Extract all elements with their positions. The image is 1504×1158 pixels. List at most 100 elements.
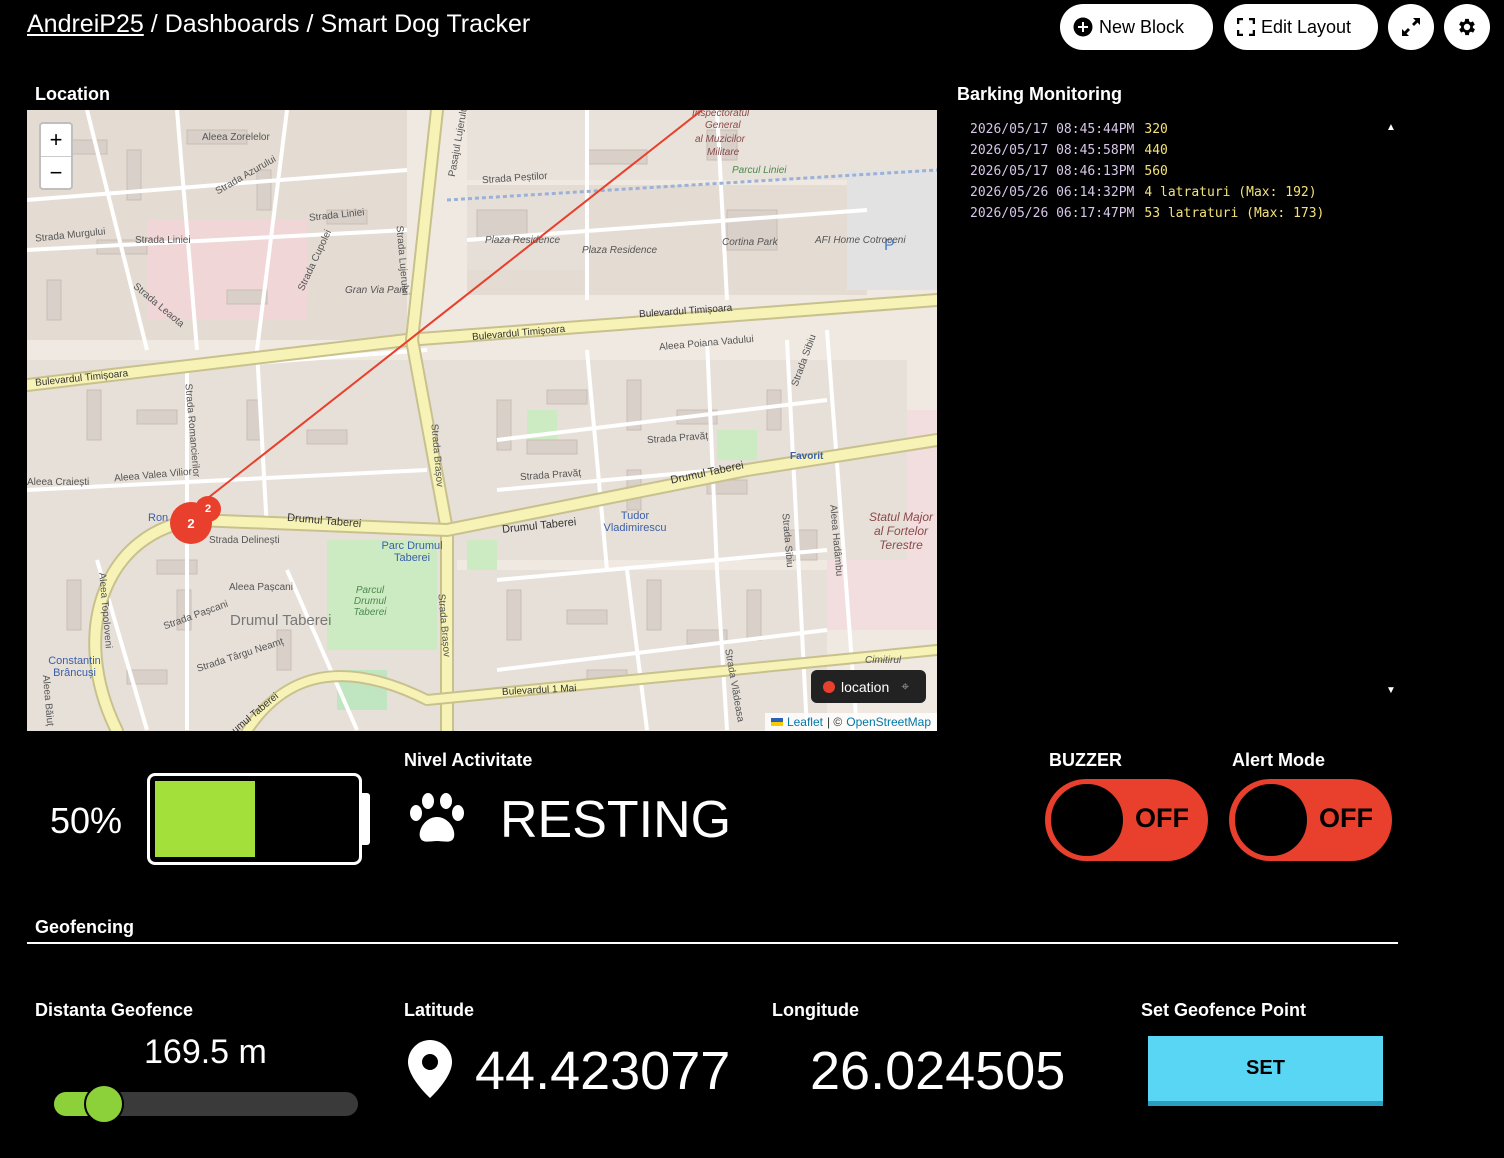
battery-tip — [362, 793, 370, 845]
map-label: General — [705, 120, 741, 131]
breadcrumb-separator: / — [306, 10, 314, 38]
log-entry: 2026/05/26 06:17:47PM 53 latraturi (Max: … — [970, 206, 1390, 227]
map-label: Gran Via Park — [345, 285, 408, 296]
cluster-count: 2 — [204, 503, 212, 515]
map-label: Cimitirul — [865, 655, 902, 666]
log-timestamp: 2026/05/17 08:45:44PM — [970, 122, 1135, 137]
map-label: Aleea Pașcani — [229, 582, 293, 593]
activity-status: RESTING — [500, 791, 732, 849]
zoom-out-button[interactable]: − — [41, 157, 71, 189]
new-block-button[interactable]: New Block — [1060, 4, 1213, 50]
map-label: Aleea Zorelelor — [202, 132, 270, 143]
log-value: 440 — [1144, 143, 1168, 158]
map-label: Strada Liniei — [135, 235, 191, 246]
new-block-label: New Block — [1099, 16, 1185, 37]
battery-percent: 50% — [50, 800, 123, 841]
log-entry: 2026/05/17 08:46:13PM 560 — [970, 164, 1390, 185]
buzzer-title: BUZZER — [1049, 750, 1122, 770]
map-label: Statul Major al Fortelor Terestre — [868, 510, 934, 552]
map-label: Plaza Residence — [485, 235, 561, 246]
log-value: 53 latraturi (Max: 173) — [1144, 206, 1325, 221]
breadcrumb-user-link[interactable]: AndreiP25 — [27, 10, 144, 38]
location-map[interactable]: P Inspectoratul General al Muzicilor Mil… — [27, 110, 937, 731]
barking-log[interactable]: 2026/05/17 08:45:44PM 320 2026/05/17 08:45… — [970, 122, 1390, 702]
map-label: Aleea Craiești — [27, 477, 90, 488]
zoom-in-button[interactable]: + — [41, 124, 71, 157]
alert-mode-toggle[interactable]: OFF — [1229, 779, 1392, 861]
longitude-title: Longitude — [772, 1000, 859, 1020]
distance-value: 169.5 m — [144, 1033, 267, 1071]
geofencing-title: Geofencing — [35, 917, 135, 937]
breadcrumb-current: Smart Dog Tracker — [320, 10, 531, 38]
buzzer-toggle[interactable]: OFF — [1045, 779, 1208, 861]
log-value: 4 latraturi (Max: 192) — [1144, 185, 1317, 200]
map-pin-icon — [408, 1040, 452, 1103]
log-entry: 2026/05/26 06:14:32PM 4 latraturi (Max: 1… — [970, 185, 1390, 206]
map-tiles: P — [27, 110, 937, 731]
map-label: Ron — [148, 512, 169, 524]
log-value: 320 — [1144, 122, 1168, 137]
breadcrumb-separator: / — [150, 10, 158, 38]
gear-icon — [1456, 16, 1478, 38]
breadcrumb: AndreiP25/Dashboards / Smart Dog Tracker — [27, 10, 530, 39]
set-geofence-title: Set Geofence Point — [1141, 1000, 1307, 1020]
plus-circle-icon — [1073, 17, 1093, 37]
crosshair-icon: ⌖ — [901, 678, 910, 694]
map-label: Inspectoratul — [692, 110, 750, 119]
attribution-separator: | © — [826, 715, 843, 729]
battery-gauge — [147, 773, 362, 865]
legend-label: location — [841, 678, 890, 695]
map-label: Parcul Drumul Taberei — [353, 585, 387, 618]
slider-handle[interactable] — [84, 1084, 124, 1124]
battery-fill — [155, 781, 255, 857]
marker-cluster[interactable]: 2 — [195, 496, 221, 522]
edit-layout-button[interactable]: Edit Layout — [1224, 4, 1378, 50]
longitude-value: 26.024505 — [810, 1041, 1066, 1101]
map-label: AFI Home Cotroceni — [815, 235, 906, 246]
distance-title: Distanta Geofence — [35, 1000, 194, 1020]
log-timestamp: 2026/05/17 08:46:13PM — [970, 164, 1135, 179]
edit-layout-label: Edit Layout — [1261, 16, 1352, 37]
paw-icon — [408, 793, 466, 850]
fullscreen-icon — [1401, 17, 1421, 37]
cluster-count: 2 — [187, 515, 195, 531]
legend-dot-icon — [823, 680, 835, 693]
alert-mode-state: OFF — [1319, 803, 1373, 833]
map-label: Parc Drumul Taberei — [381, 540, 443, 564]
location-title: Location — [35, 84, 110, 104]
settings-button[interactable] — [1444, 4, 1490, 50]
map-legend[interactable]: location ⌖ — [811, 670, 926, 703]
log-entry: 2026/05/17 08:45:44PM 320 — [970, 122, 1390, 143]
log-timestamp: 2026/05/26 06:14:32PM — [970, 185, 1135, 200]
map-label: Cortina Park — [722, 237, 778, 248]
map-label: Constantin Brâncuși — [48, 655, 101, 679]
section-divider — [27, 942, 1398, 944]
scroll-down-icon[interactable]: ▼ — [1386, 685, 1396, 696]
map-label: al Muzicilor — [695, 134, 746, 145]
activity-title: Nivel Activitate — [404, 750, 533, 770]
openstreetmap-link[interactable]: OpenStreetMap — [846, 715, 931, 729]
map-label: Strada Delinești — [209, 535, 280, 546]
breadcrumb-dashboards[interactable]: Dashboards — [165, 10, 300, 38]
map-label: Drumul Taberei — [230, 612, 332, 629]
log-entry: 2026/05/17 08:45:58PM 440 — [970, 143, 1390, 164]
buzzer-state: OFF — [1135, 803, 1189, 833]
log-value: 560 — [1144, 164, 1168, 179]
log-timestamp: 2026/05/26 06:17:47PM — [970, 206, 1135, 221]
set-geofence-button[interactable]: SET — [1148, 1036, 1383, 1106]
expand-frame-icon — [1237, 18, 1255, 36]
latitude-value: 44.423077 — [475, 1041, 731, 1101]
map-label: Parcul Liniei — [732, 165, 787, 176]
log-timestamp: 2026/05/17 08:45:58PM — [970, 143, 1135, 158]
scroll-up-icon[interactable]: ▲ — [1386, 122, 1396, 133]
ukraine-flag-icon — [770, 718, 783, 726]
fullscreen-button[interactable] — [1388, 4, 1434, 50]
map-attribution: Leaflet | © OpenStreetMap — [764, 713, 937, 731]
map-label: Favorit — [790, 451, 824, 462]
zoom-control: + − — [39, 122, 73, 190]
toggle-knob — [1235, 784, 1307, 856]
map-label: Plaza Residence — [582, 245, 658, 256]
leaflet-link[interactable]: Leaflet — [787, 715, 823, 729]
map-label: Tudor Vladimirescu — [603, 510, 667, 534]
map-label: Militare — [707, 147, 740, 158]
